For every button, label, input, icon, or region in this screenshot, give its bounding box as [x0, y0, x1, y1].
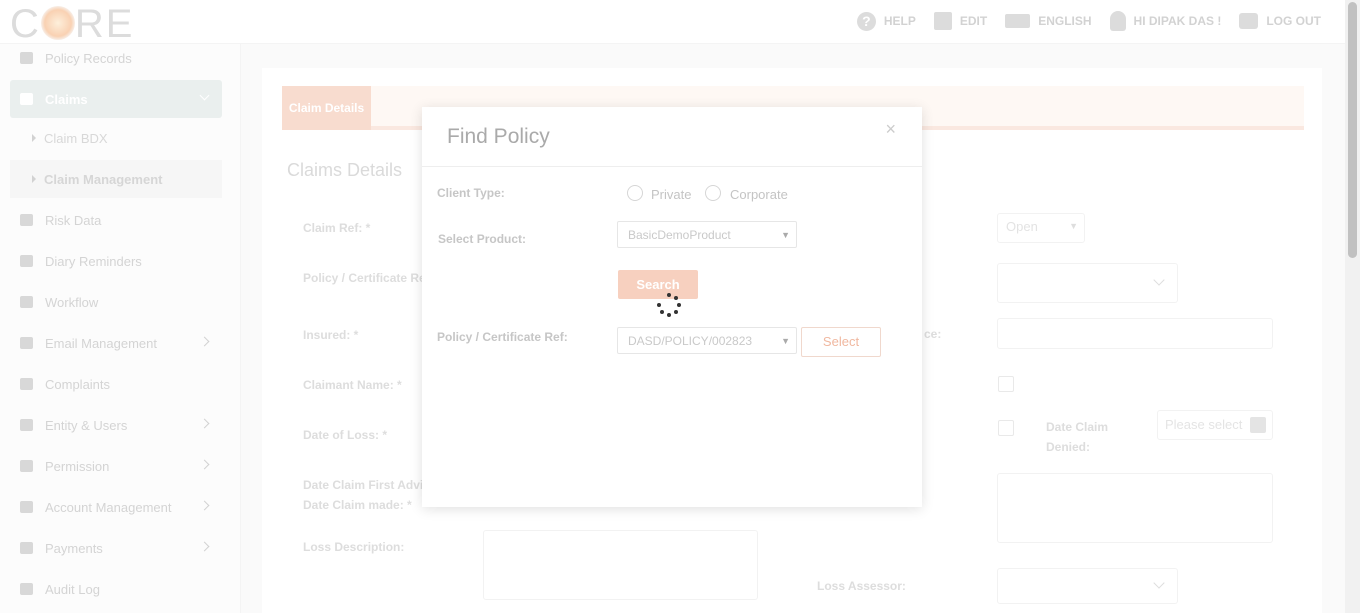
radio-corporate-label[interactable]: Corporate	[730, 187, 788, 202]
modal-title: Find Policy	[447, 125, 550, 148]
product-select-value: BasicDemoProduct	[628, 228, 731, 242]
policy-ref-modal-value: DASD/POLICY/002823	[628, 334, 753, 348]
radio-private-label[interactable]: Private	[651, 187, 691, 202]
policy-ref-modal-label: Policy / Certificate Ref:	[437, 330, 568, 344]
policy-ref-modal-select[interactable]: DASD/POLICY/002823 ▼	[617, 327, 797, 354]
modal-header: Find Policy ×	[422, 107, 922, 167]
radio-private[interactable]	[627, 185, 643, 201]
caret-down-icon: ▼	[781, 336, 790, 346]
loading-spinner-icon	[657, 293, 681, 317]
page-scrollbar[interactable]	[1345, 0, 1360, 613]
radio-corporate[interactable]	[705, 185, 721, 201]
find-policy-modal: Find Policy × Client Type: Private Corpo…	[422, 107, 922, 507]
product-select[interactable]: BasicDemoProduct ▼	[617, 221, 797, 248]
select-button[interactable]: Select	[801, 327, 881, 357]
close-icon[interactable]: ×	[885, 119, 896, 140]
scrollbar-thumb[interactable]	[1348, 2, 1357, 258]
caret-down-icon: ▼	[781, 230, 790, 240]
select-product-label: Select Product:	[438, 232, 527, 246]
client-type-label: Client Type:	[437, 186, 505, 200]
